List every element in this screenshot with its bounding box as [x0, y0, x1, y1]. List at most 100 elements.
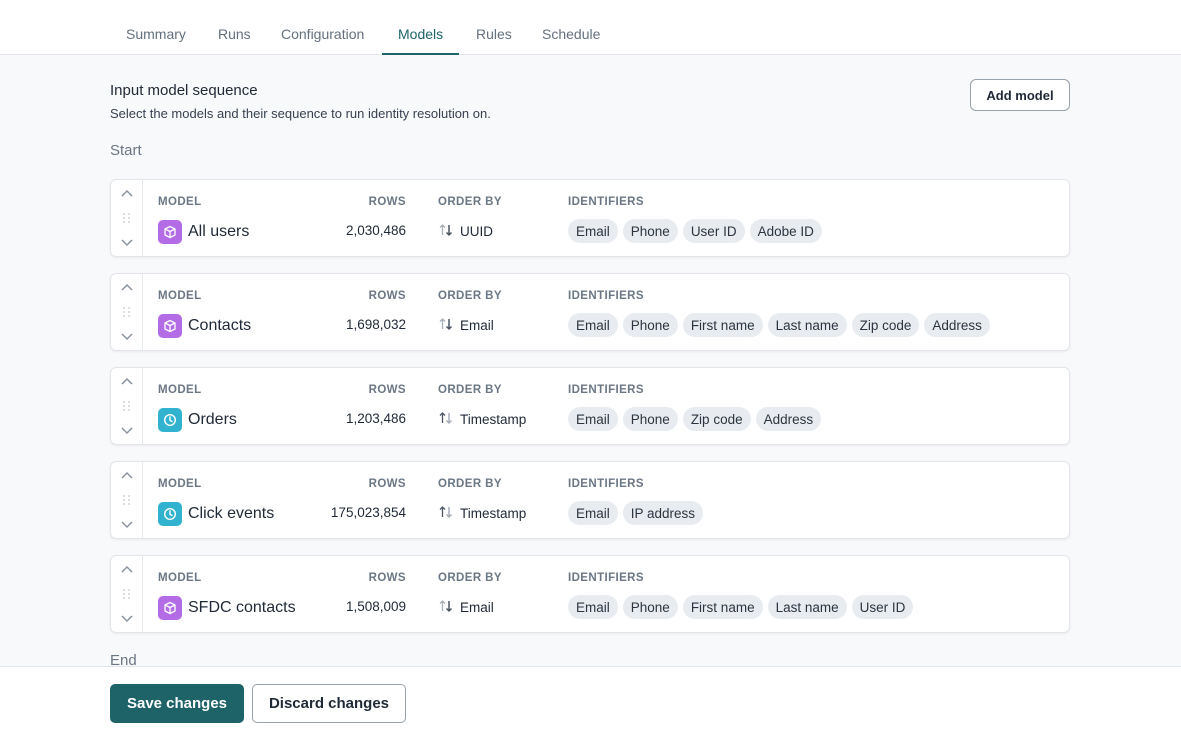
rows-column-label: ROWS	[368, 384, 406, 396]
move-down-icon[interactable]	[120, 518, 134, 532]
move-down-icon[interactable]	[120, 330, 134, 344]
order-by-column-label: ORDER BY	[438, 384, 502, 396]
order-by-value: Timestamp	[460, 506, 527, 521]
models-panel: Input model sequence Select the models a…	[0, 56, 1181, 669]
discard-changes-button[interactable]: Discard changes	[252, 684, 406, 723]
model-column-label: MODEL	[158, 478, 202, 490]
identifiers-column-label: IDENTIFIERS	[568, 478, 644, 490]
identifiers-column-label: IDENTIFIERS	[568, 572, 644, 584]
model-column-label: MODEL	[158, 572, 202, 584]
sequence-start-label: Start	[110, 142, 142, 159]
drag-handle-icon[interactable]	[122, 213, 131, 223]
identifier-chip: User ID	[682, 219, 745, 243]
drag-handle-icon[interactable]	[122, 307, 131, 317]
reorder-handle	[111, 180, 143, 256]
model-name: Orders	[188, 411, 237, 428]
save-changes-button[interactable]: Save changes	[110, 684, 244, 723]
identifier-chip: First name	[682, 313, 763, 337]
move-up-icon[interactable]	[120, 280, 134, 294]
drag-handle-icon[interactable]	[122, 589, 131, 599]
model-row-count: 1,698,032	[345, 317, 406, 332]
move-down-icon[interactable]	[120, 424, 134, 438]
identifier-chip: Address	[755, 407, 822, 431]
identifier-chip: User ID	[851, 595, 914, 619]
section-title: Input model sequence	[110, 82, 258, 99]
model-column-label: MODEL	[158, 290, 202, 302]
rows-column-label: ROWS	[368, 290, 406, 302]
rows-column-label: ROWS	[368, 196, 406, 208]
model-name: Click events	[188, 505, 275, 522]
model-card-click-events: MODEL ROWS ORDER BY IDENTIFIERS Click ev…	[110, 461, 1070, 539]
order-by-value: Timestamp	[460, 412, 527, 427]
identifier-chip: Zip code	[851, 313, 920, 337]
identifier-chip: Adobe ID	[749, 219, 822, 243]
reorder-handle	[111, 556, 143, 632]
order-by-value: Email	[460, 318, 494, 333]
identifier-chip: Phone	[622, 407, 678, 431]
order-by-column-label: ORDER BY	[438, 572, 502, 584]
move-up-icon[interactable]	[120, 374, 134, 388]
identifier-chip: Address	[924, 313, 990, 337]
identifier-chip: Phone	[622, 219, 678, 243]
sort-descending-icon	[438, 223, 454, 240]
move-up-icon[interactable]	[120, 562, 134, 576]
tab-models[interactable]: Models	[382, 26, 460, 55]
tab-rules[interactable]: Rules	[476, 26, 512, 55]
identifier-list: Email IP address	[568, 501, 704, 525]
identifier-chip: Email	[568, 595, 618, 619]
cube-icon	[158, 314, 182, 338]
tab-summary[interactable]: Summary	[126, 26, 186, 55]
model-column-label: MODEL	[158, 384, 202, 396]
model-row-count: 1,203,486	[345, 411, 406, 426]
model-row-count: 1,508,009	[345, 599, 406, 614]
identifier-chip: IP address	[622, 501, 704, 525]
identifier-chip: Email	[568, 501, 618, 525]
cube-icon	[158, 220, 182, 244]
identifier-chip: Phone	[622, 595, 678, 619]
move-up-icon[interactable]	[120, 468, 134, 482]
identifier-chip: Email	[568, 219, 618, 243]
tab-bar: Summary Runs Configuration Models Rules …	[0, 0, 1181, 55]
identifier-chip: Email	[568, 407, 618, 431]
model-row-count: 2,030,486	[345, 223, 406, 238]
move-down-icon[interactable]	[120, 612, 134, 626]
reorder-handle	[111, 274, 143, 350]
model-card-all-users: MODEL ROWS ORDER BY IDENTIFIERS All user…	[110, 179, 1070, 257]
identifiers-column-label: IDENTIFIERS	[568, 290, 644, 302]
add-model-button[interactable]: Add model	[970, 79, 1070, 111]
section-subtitle: Select the models and their sequence to …	[110, 106, 491, 121]
move-up-icon[interactable]	[120, 186, 134, 200]
tab-schedule[interactable]: Schedule	[542, 26, 600, 55]
sort-descending-icon	[438, 317, 454, 334]
cube-icon	[158, 596, 182, 620]
identifier-chip: Zip code	[682, 407, 751, 431]
order-by-column-label: ORDER BY	[438, 290, 502, 302]
drag-handle-icon[interactable]	[122, 495, 131, 505]
identifier-chip: Last name	[767, 595, 847, 619]
drag-handle-icon[interactable]	[122, 401, 131, 411]
identifier-list: Email Phone First name Last name Zip code Add…	[568, 313, 990, 337]
order-by-value: UUID	[460, 224, 493, 239]
identifier-chip: First name	[682, 595, 763, 619]
model-name: All users	[188, 223, 250, 240]
tab-runs[interactable]: Runs	[218, 26, 251, 55]
rows-column-label: ROWS	[368, 478, 406, 490]
identifiers-column-label: IDENTIFIERS	[568, 196, 644, 208]
order-by-value: Email	[460, 600, 494, 615]
order-by-column-label: ORDER BY	[438, 478, 502, 490]
rows-column-label: ROWS	[368, 572, 406, 584]
sort-descending-icon	[438, 599, 454, 616]
identifier-chip: Last name	[767, 313, 847, 337]
move-down-icon[interactable]	[120, 236, 134, 250]
order-by-column-label: ORDER BY	[438, 196, 502, 208]
clock-icon	[158, 502, 182, 526]
identifier-chip: Email	[568, 313, 618, 337]
clock-icon	[158, 408, 182, 432]
footer-bar: Save changes Discard changes	[0, 666, 1181, 739]
model-card-contacts: MODEL ROWS ORDER BY IDENTIFIERS Contacts…	[110, 273, 1070, 351]
tab-configuration[interactable]: Configuration	[281, 26, 364, 55]
reorder-handle	[111, 462, 143, 538]
identifier-list: Email Phone Zip code Address	[568, 407, 822, 431]
identifier-list: Email Phone User ID Adobe ID	[568, 219, 822, 243]
identifier-chip: Phone	[622, 313, 678, 337]
